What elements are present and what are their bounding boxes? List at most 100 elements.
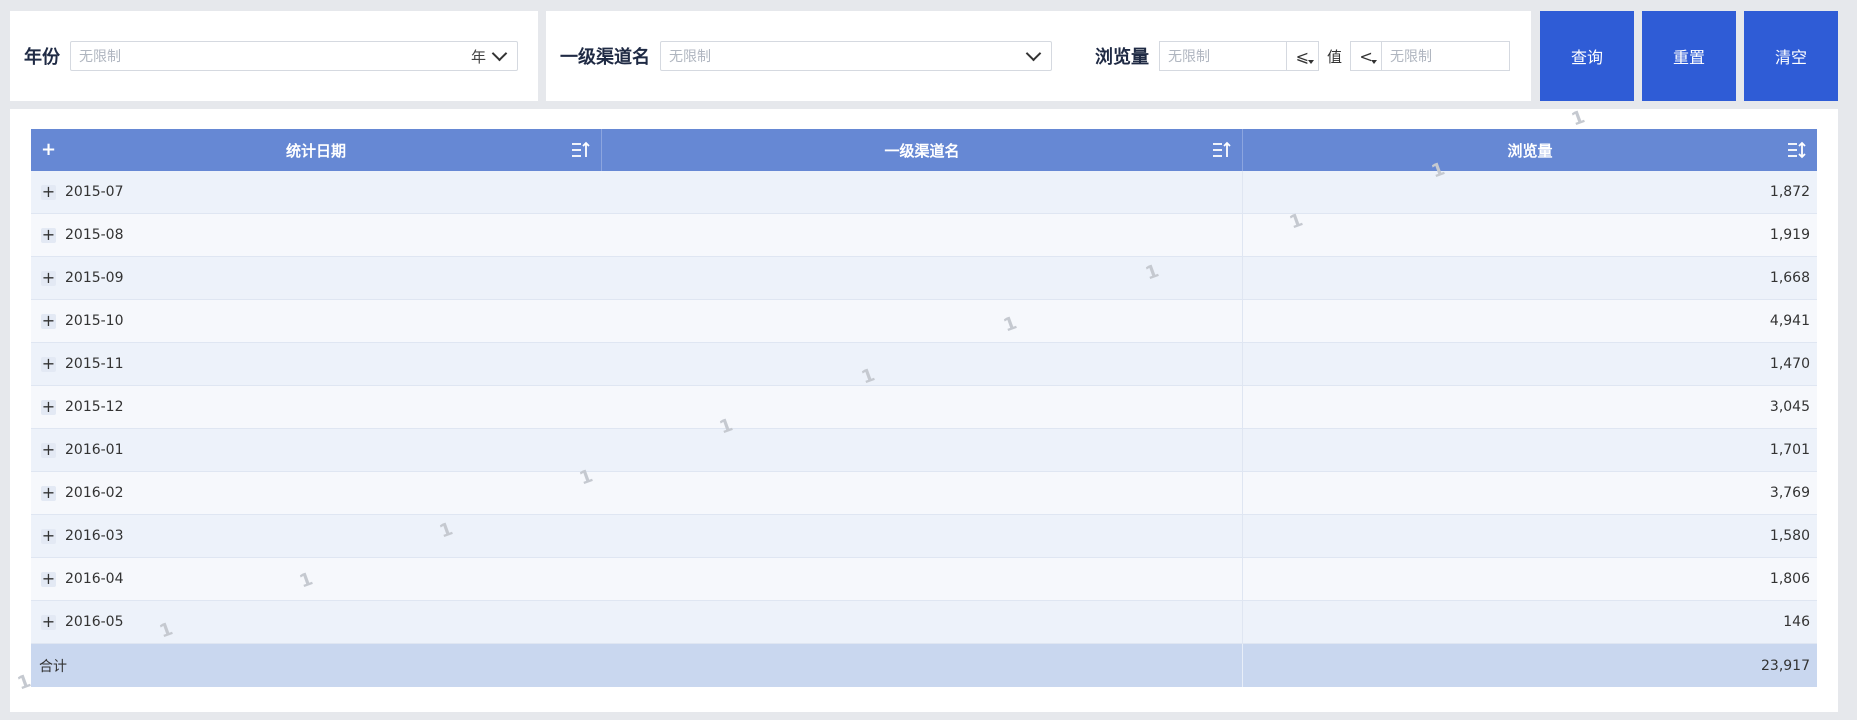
- channel-cell: [602, 472, 1243, 514]
- date-value: 2016-04: [65, 571, 124, 587]
- caret-down-icon: [1371, 60, 1378, 64]
- views-cell: 1,580: [1769, 528, 1810, 544]
- expand-row-icon[interactable]: +: [41, 613, 56, 630]
- filter-bar: 年份 无限制 年 一级渠道名 无限制 浏览量 无限制 ⩽ 值 < 无限制 查询 …: [10, 11, 1857, 101]
- total-label: 合计: [31, 644, 1243, 687]
- table-row: +2015-12 3,045: [31, 386, 1817, 429]
- channel-cell: [602, 171, 1243, 213]
- views-min-input[interactable]: 无限制: [1159, 41, 1287, 71]
- expand-all-icon[interactable]: +: [41, 139, 56, 160]
- channel-cell: [602, 558, 1243, 600]
- channel-filter-label: 一级渠道名: [560, 47, 650, 68]
- date-value: 2016-05: [65, 614, 124, 630]
- date-cell: +2015-11: [31, 343, 602, 385]
- date-value: 2015-12: [65, 399, 124, 415]
- table-row: +2015-11 1,470: [31, 343, 1817, 386]
- expand-row-icon[interactable]: +: [41, 527, 56, 544]
- expand-row-icon[interactable]: +: [41, 398, 56, 415]
- sort-ascending-icon[interactable]: [571, 140, 591, 160]
- expand-row-icon[interactable]: +: [41, 570, 56, 587]
- date-cell: +2015-12: [31, 386, 602, 428]
- column-header-label: 浏览量: [1507, 141, 1553, 160]
- views-max-input[interactable]: 无限制: [1382, 41, 1511, 71]
- expand-row-icon[interactable]: +: [41, 226, 56, 243]
- column-header-label: 一级渠道名: [884, 141, 960, 160]
- year-select[interactable]: 无限制 年: [70, 41, 518, 71]
- views-cell: 3,769: [1769, 485, 1810, 501]
- table-row: +2015-08 1,919: [31, 214, 1817, 257]
- channel-cell: [602, 257, 1243, 299]
- table-row: +2015-09 1,668: [31, 257, 1817, 300]
- views-cell: 1,806: [1769, 571, 1810, 587]
- column-header-views[interactable]: 浏览量: [1243, 129, 1817, 171]
- date-value: 2016-03: [65, 528, 124, 544]
- table-row: +2016-02 3,769: [31, 472, 1817, 515]
- views-min-placeholder: 无限制: [1168, 49, 1210, 65]
- views-min-operator[interactable]: ⩽: [1287, 41, 1319, 71]
- expand-row-icon[interactable]: +: [41, 312, 56, 329]
- views-filter-label: 浏览量: [1095, 47, 1149, 68]
- date-value: 2015-07: [65, 184, 124, 200]
- date-cell: +2016-02: [31, 472, 602, 514]
- pivot-table-area: + 统计日期 一级渠道名 浏览量 + 2015-07 1,872 + 2015-…: [10, 109, 1838, 712]
- clear-button[interactable]: 清空: [1744, 11, 1838, 101]
- year-unit: 年: [470, 47, 486, 66]
- sort-both-icon[interactable]: [1787, 140, 1807, 160]
- date-cell: +2015-07: [31, 171, 602, 213]
- channel-cell: [602, 386, 1243, 428]
- date-cell: +2016-05: [31, 601, 602, 643]
- column-header-channel[interactable]: 一级渠道名: [602, 129, 1243, 171]
- views-max-operator[interactable]: <: [1350, 41, 1383, 71]
- channel-cell: [602, 515, 1243, 557]
- chevron-down-icon: [1025, 45, 1042, 61]
- date-cell: +2015-09: [31, 257, 602, 299]
- year-filter-label: 年份: [24, 47, 60, 68]
- column-header-date[interactable]: + 统计日期: [31, 129, 602, 171]
- date-value: 2015-08: [65, 227, 124, 243]
- expand-row-icon[interactable]: +: [41, 183, 56, 200]
- table-header: + 统计日期 一级渠道名 浏览量: [31, 129, 1817, 171]
- table-body: +2015-07 1,872 +2015-08 1,919 +2015-09 1,668 +…: [31, 171, 1817, 644]
- views-cell: 1,919: [1769, 227, 1810, 243]
- year-select-placeholder: 无限制: [79, 49, 121, 65]
- views-cell: 1,701: [1769, 442, 1810, 458]
- total-row: 合计 23,917: [31, 644, 1817, 687]
- expand-row-icon[interactable]: +: [41, 269, 56, 286]
- table-row: +2015-07 1,872: [31, 171, 1817, 214]
- views-cell: 146: [1783, 614, 1810, 630]
- expand-row-icon[interactable]: +: [41, 441, 56, 458]
- channel-cell: [602, 601, 1243, 643]
- views-max-placeholder: 无限制: [1390, 49, 1433, 65]
- pivot-table: + 统计日期 一级渠道名 浏览量 + 2015-07 1,872 + 2015-…: [31, 129, 1817, 687]
- date-value: 2016-02: [65, 485, 124, 501]
- channel-cell: [602, 429, 1243, 471]
- date-value: 2015-10: [65, 313, 124, 329]
- views-cell: 4,941: [1769, 313, 1810, 329]
- views-cell: 3,045: [1769, 399, 1810, 415]
- table-row: +2016-03 1,580: [31, 515, 1817, 558]
- views-filter-panel: 浏览量 无限制 ⩽ 值 < 无限制: [1081, 11, 1531, 101]
- date-cell: +2015-10: [31, 300, 602, 342]
- views-cell: 1,470: [1769, 356, 1810, 372]
- date-value: 2015-09: [65, 270, 124, 286]
- date-cell: +2016-01: [31, 429, 602, 471]
- expand-row-icon[interactable]: +: [41, 355, 56, 372]
- channel-cell: [602, 300, 1243, 342]
- table-row: +2015-10 4,941: [31, 300, 1817, 343]
- channel-cell: [602, 343, 1243, 385]
- date-value: 2015-11: [65, 356, 124, 372]
- table-row: +2016-01 1,701: [31, 429, 1817, 472]
- query-button[interactable]: 查询: [1540, 11, 1634, 101]
- channel-select[interactable]: 无限制: [660, 41, 1052, 71]
- total-views: 23,917: [1761, 657, 1810, 674]
- views-cell: 1,872: [1769, 184, 1810, 200]
- reset-button[interactable]: 重置: [1642, 11, 1736, 101]
- sort-ascending-icon[interactable]: [1212, 140, 1232, 160]
- expand-row-icon[interactable]: +: [41, 484, 56, 501]
- channel-filter-panel: 一级渠道名 无限制: [546, 11, 1081, 101]
- channel-cell: [602, 214, 1243, 256]
- table-row: +2016-05 146: [31, 601, 1817, 644]
- date-cell: +2016-03: [31, 515, 602, 557]
- year-filter-panel: 年份 无限制 年: [10, 11, 538, 101]
- date-value: 2016-01: [65, 442, 124, 458]
